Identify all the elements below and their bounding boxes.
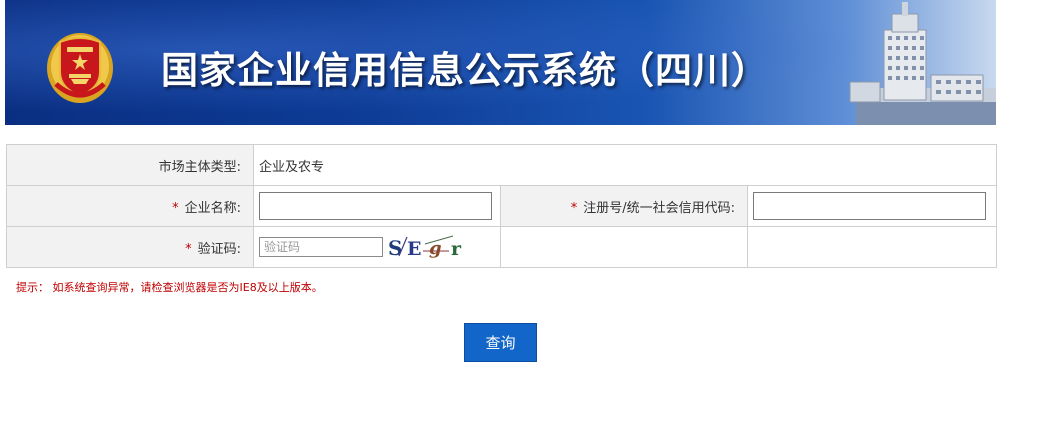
query-button[interactable]: 查询 xyxy=(464,323,537,362)
reg-no-cell xyxy=(747,185,997,227)
captcha-input[interactable] xyxy=(259,237,383,257)
row-market-type: 市场主体类型: 企业及农专 xyxy=(6,144,997,186)
reg-no-label: * 注册号/统一社会信用代码: xyxy=(500,185,748,227)
company-name-label: * 企业名称: xyxy=(6,185,254,227)
captcha-image[interactable]: S E g r xyxy=(387,234,469,260)
search-form: 市场主体类型: 企业及农专 * 企业名称: * 注册号/统一社会信用代码: * 验证码… xyxy=(6,144,997,268)
national-emblem-icon xyxy=(47,33,113,103)
required-mark: * xyxy=(185,241,192,257)
row-captcha: *验证码: S E g r xyxy=(6,226,997,268)
captcha-cell: S E g r xyxy=(253,226,501,268)
empty-cell xyxy=(747,226,997,268)
required-mark: * xyxy=(172,200,179,216)
browser-tip: 提示： 如系统查询异常，请检查浏览器是否为IE8及以上版本。 xyxy=(16,281,323,294)
captcha-char: E xyxy=(407,238,421,260)
company-name-input[interactable] xyxy=(259,192,492,220)
company-name-cell xyxy=(253,185,501,227)
market-type-value: 企业及农专 xyxy=(253,144,997,186)
required-mark: * xyxy=(570,200,578,216)
captcha-label: * 验证码: xyxy=(6,226,254,268)
page-title: 国家企业信用信息公示系统（四川） xyxy=(161,49,769,92)
reg-no-input[interactable] xyxy=(753,192,986,220)
captcha-char: r xyxy=(451,238,462,260)
building-icon xyxy=(849,2,996,125)
header-banner: 国家企业信用信息公示系统（四川） xyxy=(5,0,996,125)
captcha-char: S xyxy=(388,236,402,260)
market-type-label: 市场主体类型: xyxy=(6,144,254,186)
row-company-and-reg: * 企业名称: * 注册号/统一社会信用代码: xyxy=(6,185,997,227)
empty-cell xyxy=(500,226,748,268)
